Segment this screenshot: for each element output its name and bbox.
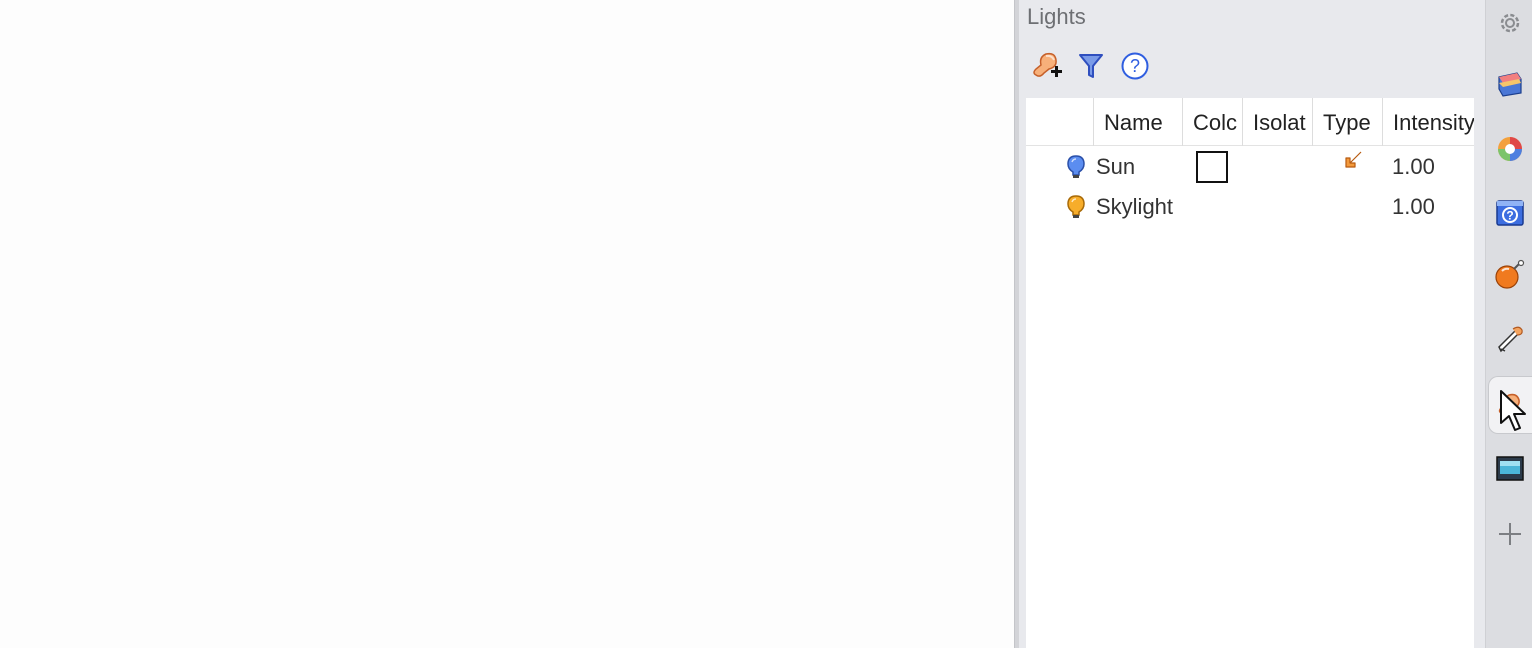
ground-plane-icon: [1498, 326, 1523, 353]
sidebar-tab-help[interactable]: ?: [1488, 184, 1532, 242]
viewport-area[interactable]: [0, 0, 1014, 648]
color-swatch[interactable]: [1196, 147, 1232, 187]
column-header-intensity[interactable]: Intensity: [1382, 98, 1474, 146]
add-light-button[interactable]: [1029, 48, 1065, 84]
light-intensity[interactable]: 1.00: [1392, 187, 1462, 227]
column-header-type[interactable]: Type: [1312, 98, 1382, 146]
sidebar-tab-environment[interactable]: [1488, 246, 1532, 304]
gear-icon: [1500, 13, 1520, 33]
table-header: Name Colc Isolat Type Intensity: [1026, 98, 1474, 146]
filter-button[interactable]: [1073, 48, 1109, 84]
column-header-color[interactable]: Colc: [1182, 98, 1242, 146]
sidebar-tab-ground-plane[interactable]: [1488, 311, 1532, 369]
materials-icon: [1498, 137, 1522, 161]
column-header-isolate[interactable]: Isolat: [1242, 98, 1312, 146]
lights-icon: [1498, 393, 1520, 415]
plus-icon: [1499, 523, 1521, 545]
column-header-icon[interactable]: [1026, 98, 1093, 146]
environment-icon: [1495, 259, 1525, 289]
directional-arrow-icon: [1342, 147, 1372, 187]
light-name[interactable]: Skylight: [1096, 187, 1196, 227]
panel-tab-sidebar: ?: [1485, 0, 1532, 648]
help-panel-icon: ?: [1496, 200, 1524, 226]
light-bulb-icon: [1066, 187, 1090, 227]
sidebar-tab-display[interactable]: [1488, 440, 1532, 498]
sidebar-add-panel-button[interactable]: [1488, 505, 1532, 563]
help-icon: ?: [1121, 52, 1149, 80]
display-icon: [1496, 456, 1524, 481]
sidebar-tab-settings[interactable]: [1488, 0, 1532, 52]
sidebar-tab-layers[interactable]: [1488, 55, 1532, 113]
sidebar-tab-materials[interactable]: [1488, 120, 1532, 178]
lights-table: Name Colc Isolat Type Intensity Sun 1.00…: [1026, 98, 1474, 648]
panel-title: Lights: [1027, 4, 1086, 29]
table-row[interactable]: Skylight 1.00: [1026, 187, 1474, 227]
light-intensity[interactable]: 1.00: [1392, 147, 1462, 187]
svg-text:?: ?: [1506, 209, 1513, 223]
column-header-name[interactable]: Name: [1093, 98, 1182, 146]
light-bulb-icon: [1066, 147, 1090, 187]
table-row[interactable]: Sun 1.00: [1026, 147, 1474, 187]
svg-text:?: ?: [1130, 56, 1140, 76]
sidebar-tab-lights[interactable]: [1488, 376, 1532, 434]
lights-toolbar: ?: [1029, 48, 1153, 84]
add-light-icon: [1033, 52, 1062, 77]
lights-panel: Lights ? Name Colc Isolat Type Intensity…: [1019, 0, 1485, 648]
layers-icon: [1498, 72, 1522, 97]
filter-icon: [1079, 54, 1103, 78]
light-name[interactable]: Sun: [1096, 147, 1182, 187]
help-button[interactable]: ?: [1117, 48, 1153, 84]
